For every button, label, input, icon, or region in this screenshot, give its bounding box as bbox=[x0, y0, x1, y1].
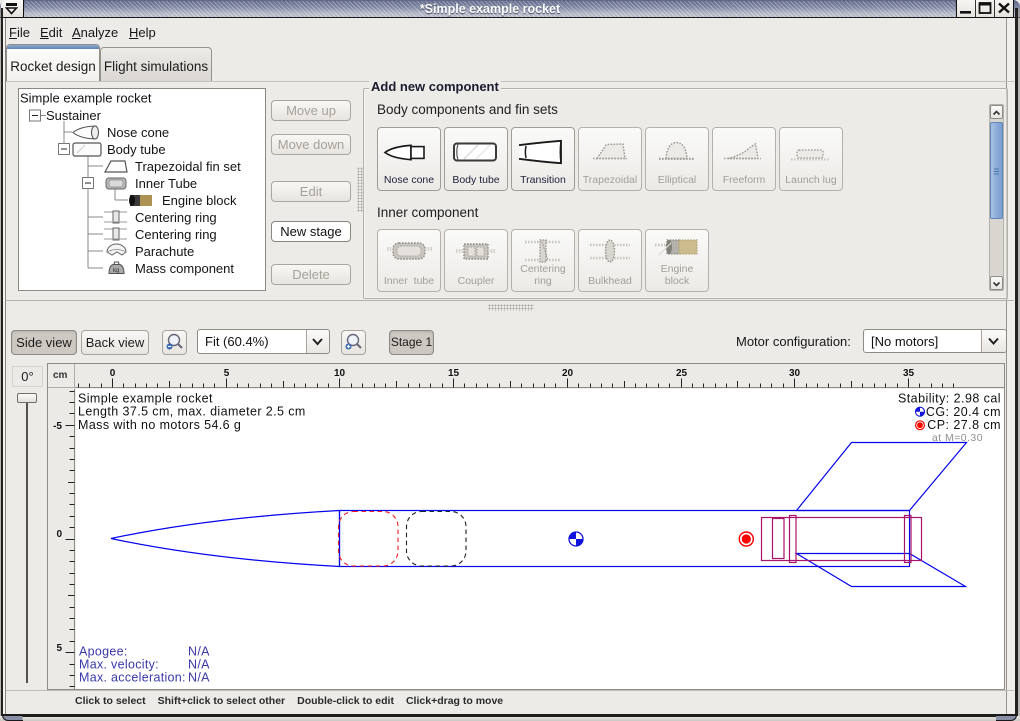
svg-text:Simple example rocket: Simple example rocket bbox=[20, 91, 152, 106]
svg-text:Centering ring: Centering ring bbox=[135, 227, 217, 242]
svg-text:N/A: N/A bbox=[188, 645, 210, 659]
svg-text:Nose cone: Nose cone bbox=[107, 125, 169, 140]
svg-text:Stability: 2.98 cal: Stability: 2.98 cal bbox=[898, 391, 1001, 405]
svg-text:Mass component: Mass component bbox=[135, 261, 234, 276]
svg-text:15: 15 bbox=[448, 368, 460, 379]
svg-text:35: 35 bbox=[903, 368, 915, 379]
svg-text:Engine block: Engine block bbox=[162, 193, 237, 208]
svg-text:Centering ring: Centering ring bbox=[135, 210, 217, 225]
svg-text:10: 10 bbox=[334, 368, 346, 379]
svg-text:kg: kg bbox=[113, 268, 119, 274]
svg-text:Body tube: Body tube bbox=[107, 142, 166, 157]
svg-text:20: 20 bbox=[562, 368, 574, 379]
svg-text:Sustainer: Sustainer bbox=[46, 108, 102, 123]
svg-text:0: 0 bbox=[110, 368, 116, 379]
svg-text:0: 0 bbox=[56, 529, 62, 540]
svg-text:30: 30 bbox=[789, 368, 801, 379]
svg-text:N/A: N/A bbox=[188, 658, 210, 672]
svg-text:Apogee:: Apogee: bbox=[79, 645, 128, 659]
svg-text:-5: -5 bbox=[53, 421, 62, 432]
svg-text:CP: 27.8 cm: CP: 27.8 cm bbox=[927, 418, 1001, 432]
svg-text:Simple example rocket: Simple example rocket bbox=[78, 391, 213, 405]
svg-text:CG: 20.4 cm: CG: 20.4 cm bbox=[926, 405, 1001, 419]
svg-text:Max. acceleration:: Max. acceleration: bbox=[79, 671, 186, 685]
svg-text:at M=0.30: at M=0.30 bbox=[932, 432, 983, 444]
svg-text:5: 5 bbox=[224, 368, 230, 379]
svg-text:Max. velocity:: Max. velocity: bbox=[79, 658, 159, 672]
svg-text:5: 5 bbox=[56, 643, 62, 654]
svg-text:Mass with no motors 54.6 g: Mass with no motors 54.6 g bbox=[78, 418, 241, 432]
svg-text:Length 37.5 cm, max. diameter: Length 37.5 cm, max. diameter 2.5 cm bbox=[78, 405, 306, 419]
svg-text:N/A: N/A bbox=[188, 671, 210, 685]
svg-text:Parachute: Parachute bbox=[135, 244, 194, 259]
svg-text:Inner Tube: Inner Tube bbox=[135, 176, 197, 191]
svg-text:25: 25 bbox=[676, 368, 688, 379]
svg-text:Trapezoidal fin set: Trapezoidal fin set bbox=[135, 159, 241, 174]
